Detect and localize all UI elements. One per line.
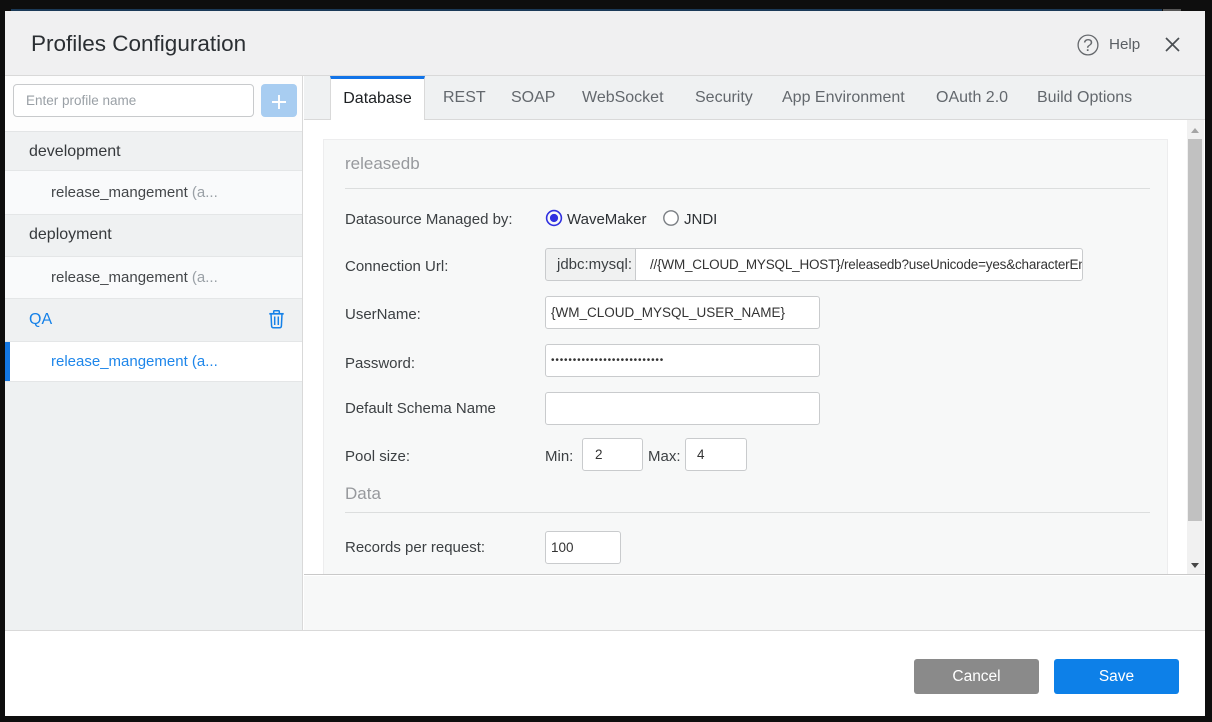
svg-text:?: ? [1083, 35, 1093, 55]
